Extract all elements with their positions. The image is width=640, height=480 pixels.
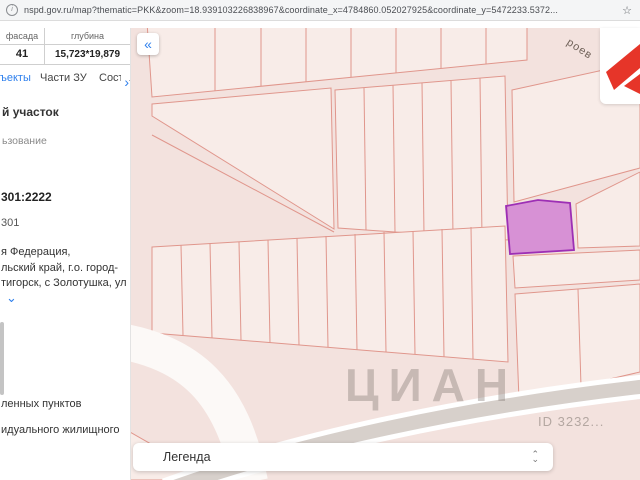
- browser-address-bar[interactable]: i nspd.gov.ru/map?thematic=PKK&zoom=18.9…: [0, 0, 640, 21]
- panel-tabs: ъекты Части ЗУ Соста: [0, 72, 130, 94]
- legend-expand-icon: ⌃ ⌄: [531, 449, 539, 464]
- logo-fragment: [600, 28, 640, 104]
- map-canvas[interactable]: роев: [130, 28, 640, 480]
- tab-zu-parts[interactable]: Части ЗУ: [40, 72, 87, 84]
- table-value-depth: 15,723*19,879: [54, 49, 121, 60]
- usage-label: ьзование: [2, 135, 47, 147]
- cadastral-number: 301:2222: [1, 190, 52, 204]
- tabs-scroll-right-icon[interactable]: ›: [121, 74, 129, 90]
- bookmark-star-icon[interactable]: ☆: [622, 4, 632, 17]
- url-text[interactable]: nspd.gov.ru/map?thematic=PKK&zoom=18.939…: [24, 5, 616, 15]
- quarter-number: 301: [1, 217, 20, 229]
- permitted-use: идуального жилищного: [1, 424, 120, 436]
- address-line: льский край, г.о. город-: [1, 261, 119, 274]
- address-line: тигорск, с Золотушка, ул: [1, 277, 127, 289]
- panel-scrollbar[interactable]: [0, 322, 4, 395]
- land-category: ленных пунктов: [1, 398, 82, 410]
- street-name-label: роев: [564, 36, 594, 61]
- table-value-facade: 41: [0, 45, 45, 64]
- selected-parcel[interactable]: [505, 199, 575, 255]
- legend-label: Легенда: [163, 450, 211, 464]
- address-line: я Федерация,: [1, 246, 71, 258]
- tab-objects[interactable]: ъекты: [0, 72, 31, 84]
- object-title: й участок: [2, 105, 59, 119]
- legend-toggle[interactable]: Легенда ⌃ ⌄: [133, 443, 553, 471]
- expand-address-chevron-icon[interactable]: ⌄: [6, 290, 17, 306]
- address-block: я Федерация, льский край, г.о. город- ти…: [1, 245, 127, 292]
- table-header-facade: фасада: [0, 28, 45, 45]
- table-header-depth: глубина: [45, 28, 130, 45]
- dimensions-table: фасада глубина 41 15,723*19,879: [0, 28, 130, 65]
- collapse-panel-button[interactable]: «: [137, 33, 159, 55]
- info-panel: фасада глубина 41 15,723*19,879 ъекты Ча…: [0, 28, 131, 480]
- site-info-icon[interactable]: i: [6, 4, 18, 16]
